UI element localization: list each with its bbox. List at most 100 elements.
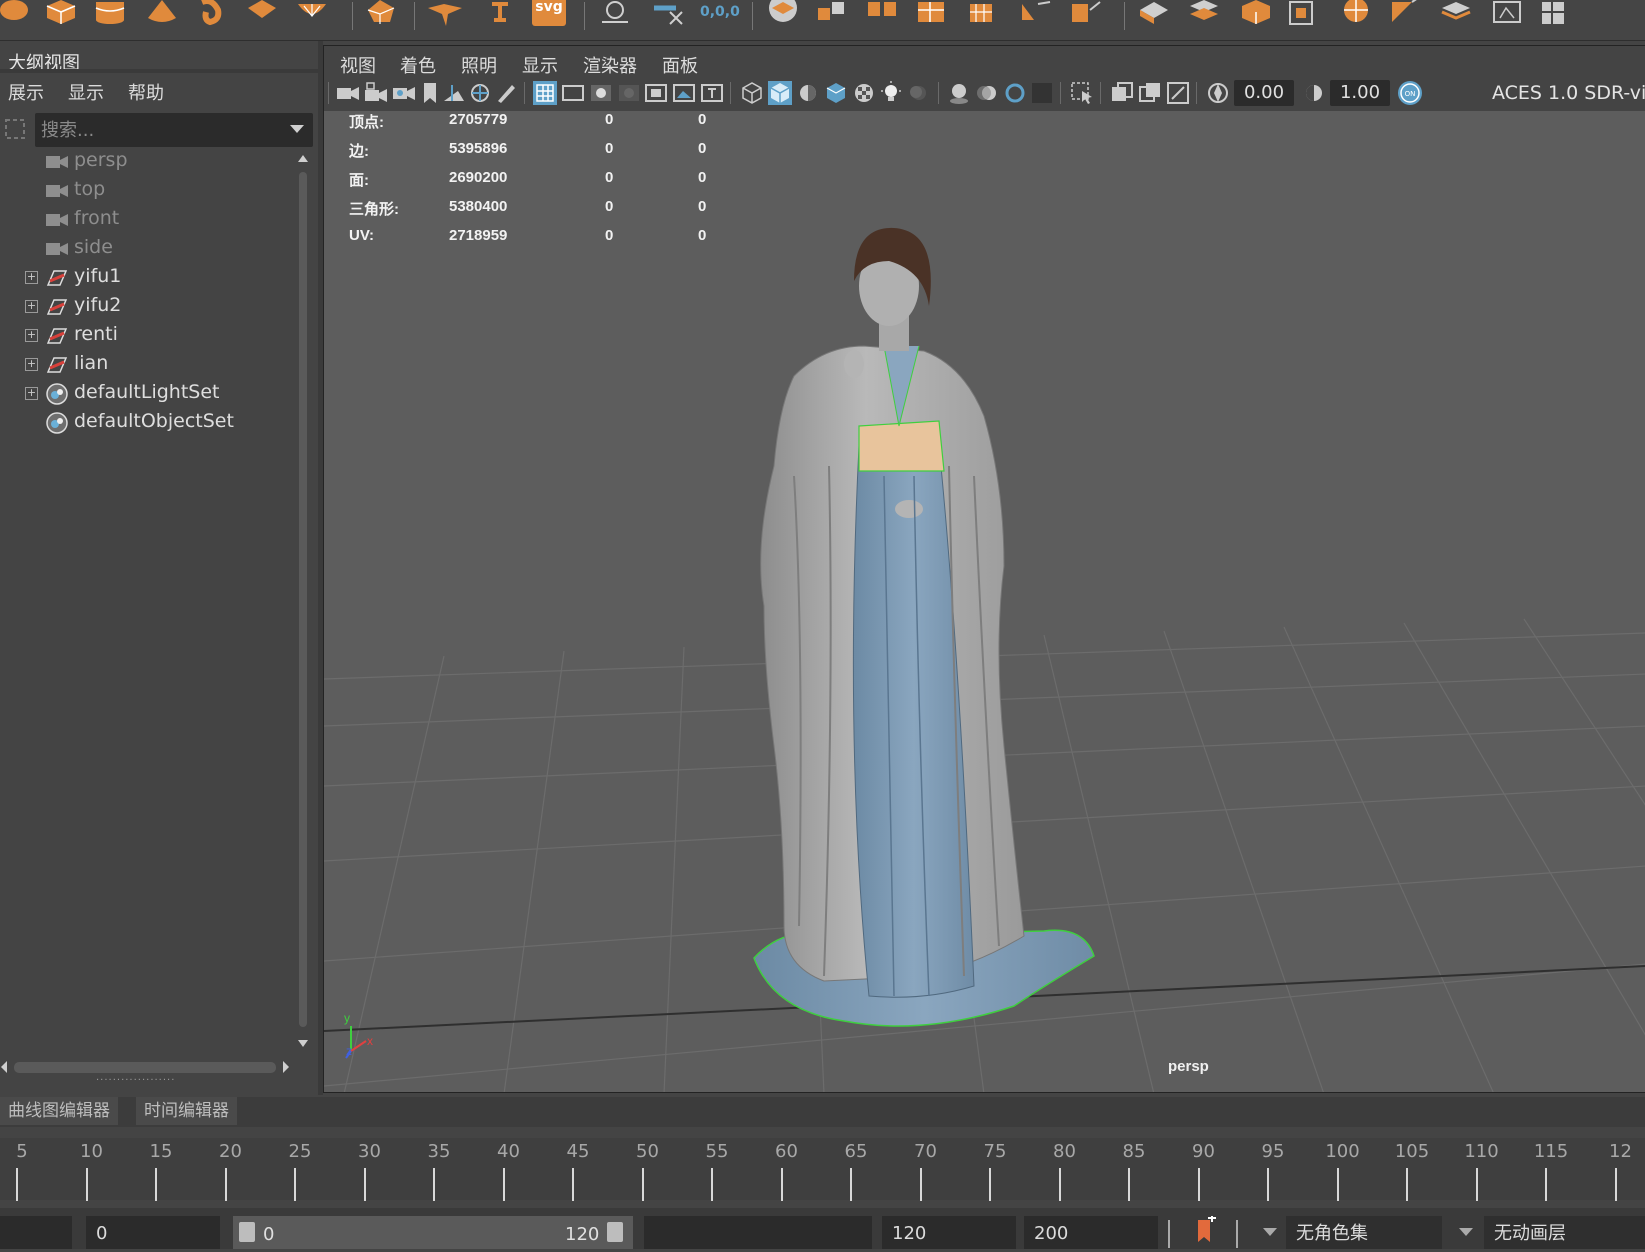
film-gate-icon[interactable] [561, 81, 585, 105]
poly-disc-icon[interactable] [296, 0, 330, 30]
menu-panels[interactable]: 面板 [662, 52, 698, 78]
smooth-icon[interactable] [916, 0, 950, 30]
shadows-icon[interactable] [906, 81, 930, 105]
grid-toggle-icon[interactable] [533, 81, 557, 105]
resolution-gate-icon[interactable] [589, 81, 613, 105]
view-transform-label[interactable]: ACES 1.0 SDR-video [1492, 82, 1645, 104]
anim-end-field[interactable]: 200 [1024, 1216, 1158, 1249]
lights-icon[interactable] [879, 81, 903, 105]
select-camera-icon[interactable] [336, 81, 360, 105]
separate-icon[interactable] [866, 0, 900, 30]
camera-attributes-icon[interactable] [392, 81, 416, 105]
svg-tool-button[interactable]: svg [532, 0, 566, 26]
depth-of-field-icon[interactable] [1030, 81, 1054, 105]
combine-icon[interactable] [816, 0, 850, 30]
range-end-handle[interactable] [607, 1222, 623, 1242]
target-weld-icon[interactable] [1340, 0, 1374, 30]
menu-show[interactable]: 显示 [522, 52, 558, 78]
circularize-icon[interactable] [1540, 0, 1574, 30]
outliner-item-lian[interactable]: + lian [0, 351, 290, 379]
extract-icon[interactable] [1070, 0, 1104, 30]
checker-icon[interactable] [852, 81, 876, 105]
wireframe-icon[interactable] [740, 81, 764, 105]
exposure-field[interactable]: 0.00 [1234, 80, 1294, 106]
menu-help[interactable]: 帮助 [128, 79, 164, 105]
poly-cylinder-icon[interactable] [94, 0, 128, 30]
outliner-item-top[interactable]: top [0, 177, 290, 205]
tab-time-editor[interactable]: 时间编辑器 [136, 1097, 237, 1125]
expand-icon[interactable]: + [25, 358, 38, 371]
character-set-dropdown[interactable]: 无角色集 [1286, 1216, 1442, 1249]
poke-icon[interactable] [1440, 0, 1474, 30]
anim-start-field[interactable] [0, 1216, 72, 1249]
chevron-down-icon[interactable] [289, 123, 305, 135]
reset-transform-label[interactable]: 0,0,0 [700, 4, 740, 20]
smooth-shade-icon[interactable] [768, 81, 792, 105]
ambient-occlusion-icon[interactable] [947, 81, 971, 105]
expand-icon[interactable]: + [25, 387, 38, 400]
safe-title-icon[interactable] [700, 81, 724, 105]
mirror-icon[interactable] [1020, 0, 1054, 30]
bridge-icon[interactable] [1188, 0, 1222, 30]
outliner-vertical-scrollbar[interactable] [296, 152, 310, 1052]
menu-show[interactable]: 展示 [8, 79, 44, 105]
outliner-item-front[interactable]: front [0, 206, 290, 234]
grease-pencil-icon[interactable] [494, 81, 518, 105]
auto-key-icon[interactable] [1194, 1216, 1218, 1246]
lock-camera-icon[interactable] [364, 81, 388, 105]
image-plane-icon[interactable] [442, 81, 466, 105]
expand-icon[interactable]: + [25, 329, 38, 342]
outliner-resize-handle[interactable]: ................... [96, 1072, 175, 1083]
super-shape-icon[interactable] [428, 0, 462, 30]
outliner-item-renti[interactable]: + renti [0, 322, 290, 350]
playback-range-slider[interactable]: 0 120 [233, 1216, 633, 1249]
xray-joints-icon[interactable] [1166, 81, 1190, 105]
bevel-icon[interactable] [1390, 0, 1424, 30]
outliner-item-side[interactable]: side [0, 235, 290, 263]
mesh-boolean-icon[interactable] [766, 0, 800, 30]
gamma-icon[interactable] [1302, 81, 1326, 105]
isolate-select-icon[interactable] [1070, 81, 1094, 105]
menu-lighting[interactable]: 照明 [461, 52, 497, 78]
outliner-search-input[interactable] [39, 116, 283, 144]
bookmark-icon[interactable] [418, 81, 442, 105]
outliner-item-defaultlightset[interactable]: + defaultLightSet [0, 380, 290, 408]
textured-icon[interactable] [824, 81, 848, 105]
menu-shading[interactable]: 着色 [400, 52, 436, 78]
poly-sphere-icon[interactable] [0, 0, 34, 30]
delete-history-icon[interactable] [652, 0, 686, 30]
anim-layer-dropdown[interactable]: 无动画层 [1484, 1216, 1645, 1249]
poly-cone-icon[interactable] [146, 0, 180, 30]
default-material-icon[interactable] [796, 81, 820, 105]
color-management-toggle-icon[interactable]: ON [1398, 81, 1422, 105]
viewport-panel[interactable]: y x z 顶点: 2705779 0 0 边: 5395896 0 0 面: … [323, 45, 1645, 1093]
time-ruler[interactable]: 5 10 15 20 25 30 35 40 45 50 55 60 65 70 75 80 85 90 95 100… [0, 1138, 1645, 1201]
platonic-solid-icon[interactable] [364, 0, 398, 30]
outliner-item-persp[interactable]: persp [0, 148, 290, 176]
motion-blur-icon[interactable] [975, 81, 999, 105]
anti-aliasing-icon[interactable] [1003, 81, 1027, 105]
append-polygon-icon[interactable] [1240, 0, 1274, 30]
safe-action-icon[interactable] [672, 81, 696, 105]
2d-pan-zoom-icon[interactable] [468, 81, 492, 105]
menu-renderer[interactable]: 渲染器 [583, 52, 637, 78]
extrude-icon[interactable] [1138, 0, 1172, 30]
poly-torus-icon[interactable] [196, 0, 230, 30]
poly-cube-icon[interactable] [44, 0, 78, 30]
field-chart-icon[interactable] [644, 81, 668, 105]
xray-active-icon[interactable] [1138, 81, 1162, 105]
xray-icon[interactable] [1110, 81, 1134, 105]
range-start-handle[interactable] [239, 1222, 255, 1242]
playback-start-field[interactable]: 0 [86, 1216, 220, 1249]
gamma-field[interactable]: 1.00 [1330, 80, 1390, 106]
outliner-item-yifu1[interactable]: + yifu1 [0, 264, 290, 292]
measure-tool-icon[interactable] [598, 0, 632, 30]
outliner-item-yifu2[interactable]: + yifu2 [0, 293, 290, 321]
reduce-icon[interactable] [966, 0, 1000, 30]
exposure-icon[interactable] [1206, 81, 1230, 105]
wedge-icon[interactable] [1492, 0, 1526, 30]
expand-icon[interactable]: + [25, 300, 38, 313]
text-tool-icon[interactable] [484, 0, 518, 30]
gate-mask-icon[interactable] [617, 81, 641, 105]
poly-plane-icon[interactable] [246, 0, 280, 30]
